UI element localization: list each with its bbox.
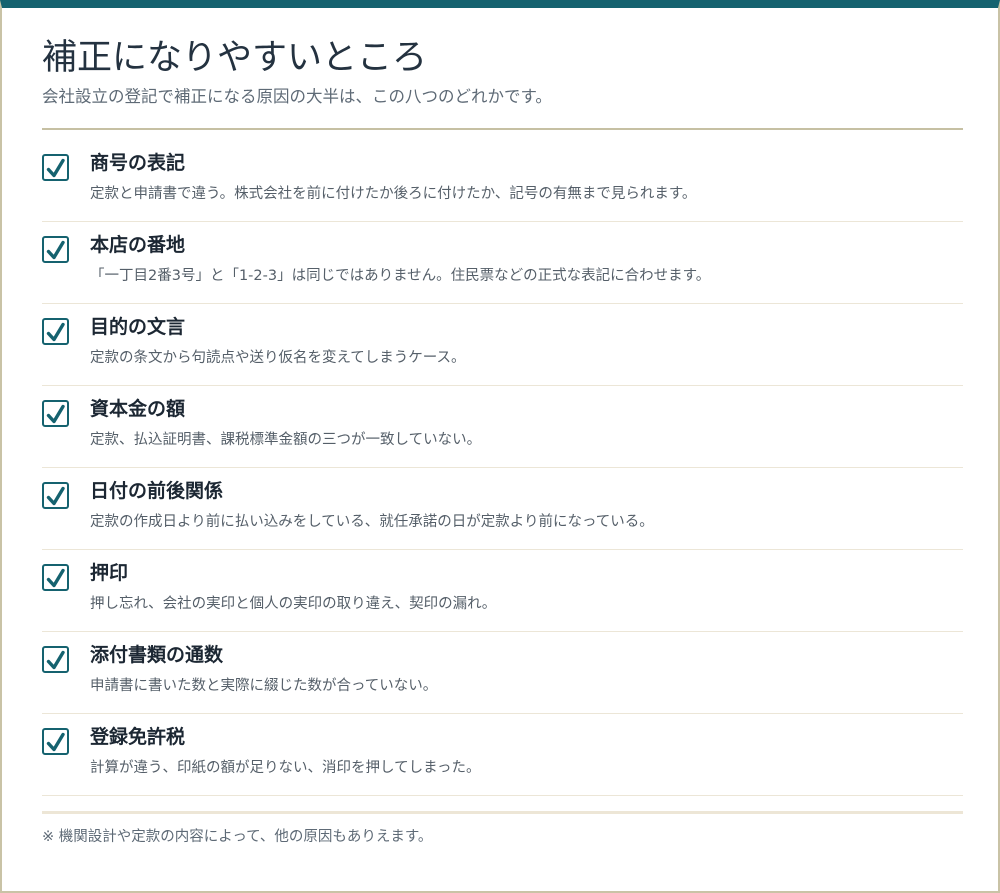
checkbox[interactable] (42, 400, 69, 427)
checklist-item-description: 計算が違う、印紙の額が足りない、消印を押してしまった。 (90, 760, 481, 776)
footer-divider (42, 811, 963, 814)
checklist-item-description: 定款の条文から句読点や送り仮名を変えてしまうケース。 (90, 350, 466, 366)
page-subtitle: 会社設立の登記で補正になる原因の大半は、この八つのどれかです。 (42, 87, 552, 106)
checklist-item-description: 定款の作成日より前に払い込みをしている、就任承諾の日が定款より前になっている。 (90, 514, 654, 530)
checklist-item-description: 定款、払込証明書、課税標準金額の三つが一致していない。 (90, 432, 482, 448)
checklist-item-title: 資本金の額 (90, 398, 186, 420)
checklist-item-title: 登録免許税 (90, 726, 186, 748)
checklist-item: 日付の前後関係 定款の作成日より前に払い込みをしている、就任承諾の日が定款より前… (42, 468, 963, 550)
page-title: 補正になりやすいところ (42, 38, 428, 78)
checklist-item-description: 定款と申請書で違う。株式会社を前に付けたか後ろに付けたか、記号の有無まで見られま… (90, 186, 697, 202)
checklist-item: 本店の番地 「一丁目2番3号」と「1-2-3」は同じではありません。住民票などの… (42, 222, 963, 304)
checklist-item: 添付書類の通数 申請書に書いた数と実際に綴じた数が合っていない。 (42, 632, 963, 714)
checkbox[interactable] (42, 236, 69, 263)
page-frame: 補正になりやすいところ 会社設立の登記で補正になる原因の大半は、この八つのどれか… (0, 0, 1000, 893)
checklist: 商号の表記 定款と申請書で違う。株式会社を前に付けたか後ろに付けたか、記号の有無… (42, 140, 963, 796)
checklist-item-description: 押し忘れ、会社の実印と個人の実印の取り違え、契印の漏れ。 (90, 596, 497, 612)
checklist-item: 目的の文言 定款の条文から句読点や送り仮名を変えてしまうケース。 (42, 304, 963, 386)
checkbox[interactable] (42, 728, 69, 755)
checkbox[interactable] (42, 646, 69, 673)
checklist-item-title: 目的の文言 (90, 316, 186, 338)
checklist-item: 資本金の額 定款、払込証明書、課税標準金額の三つが一致していない。 (42, 386, 963, 468)
checklist-item-title: 日付の前後関係 (90, 480, 224, 502)
checklist-item-title: 押印 (90, 562, 129, 584)
checklist-item: 押印 押し忘れ、会社の実印と個人の実印の取り違え、契印の漏れ。 (42, 550, 963, 632)
checklist-item: 登録免許税 計算が違う、印紙の額が足りない、消印を押してしまった。 (42, 714, 963, 796)
checkbox[interactable] (42, 318, 69, 345)
checklist-item-description: 申請書に書いた数と実際に綴じた数が合っていない。 (90, 678, 438, 694)
checkbox[interactable] (42, 154, 69, 181)
checklist-item: 商号の表記 定款と申請書で違う。株式会社を前に付けたか後ろに付けたか、記号の有無… (42, 140, 963, 222)
checklist-item-description: 「一丁目2番3号」と「1-2-3」は同じではありません。住民票などの正式な表記に… (90, 268, 711, 284)
header-divider (42, 128, 963, 130)
checklist-item-title: 商号の表記 (90, 152, 186, 174)
checkbox[interactable] (42, 564, 69, 591)
checklist-item-title: 添付書類の通数 (90, 644, 224, 666)
checklist-item-title: 本店の番地 (90, 234, 186, 256)
checkbox[interactable] (42, 482, 69, 509)
footer-note: ※ 機関設計や定款の内容によって、他の原因もありえます。 (42, 829, 433, 845)
